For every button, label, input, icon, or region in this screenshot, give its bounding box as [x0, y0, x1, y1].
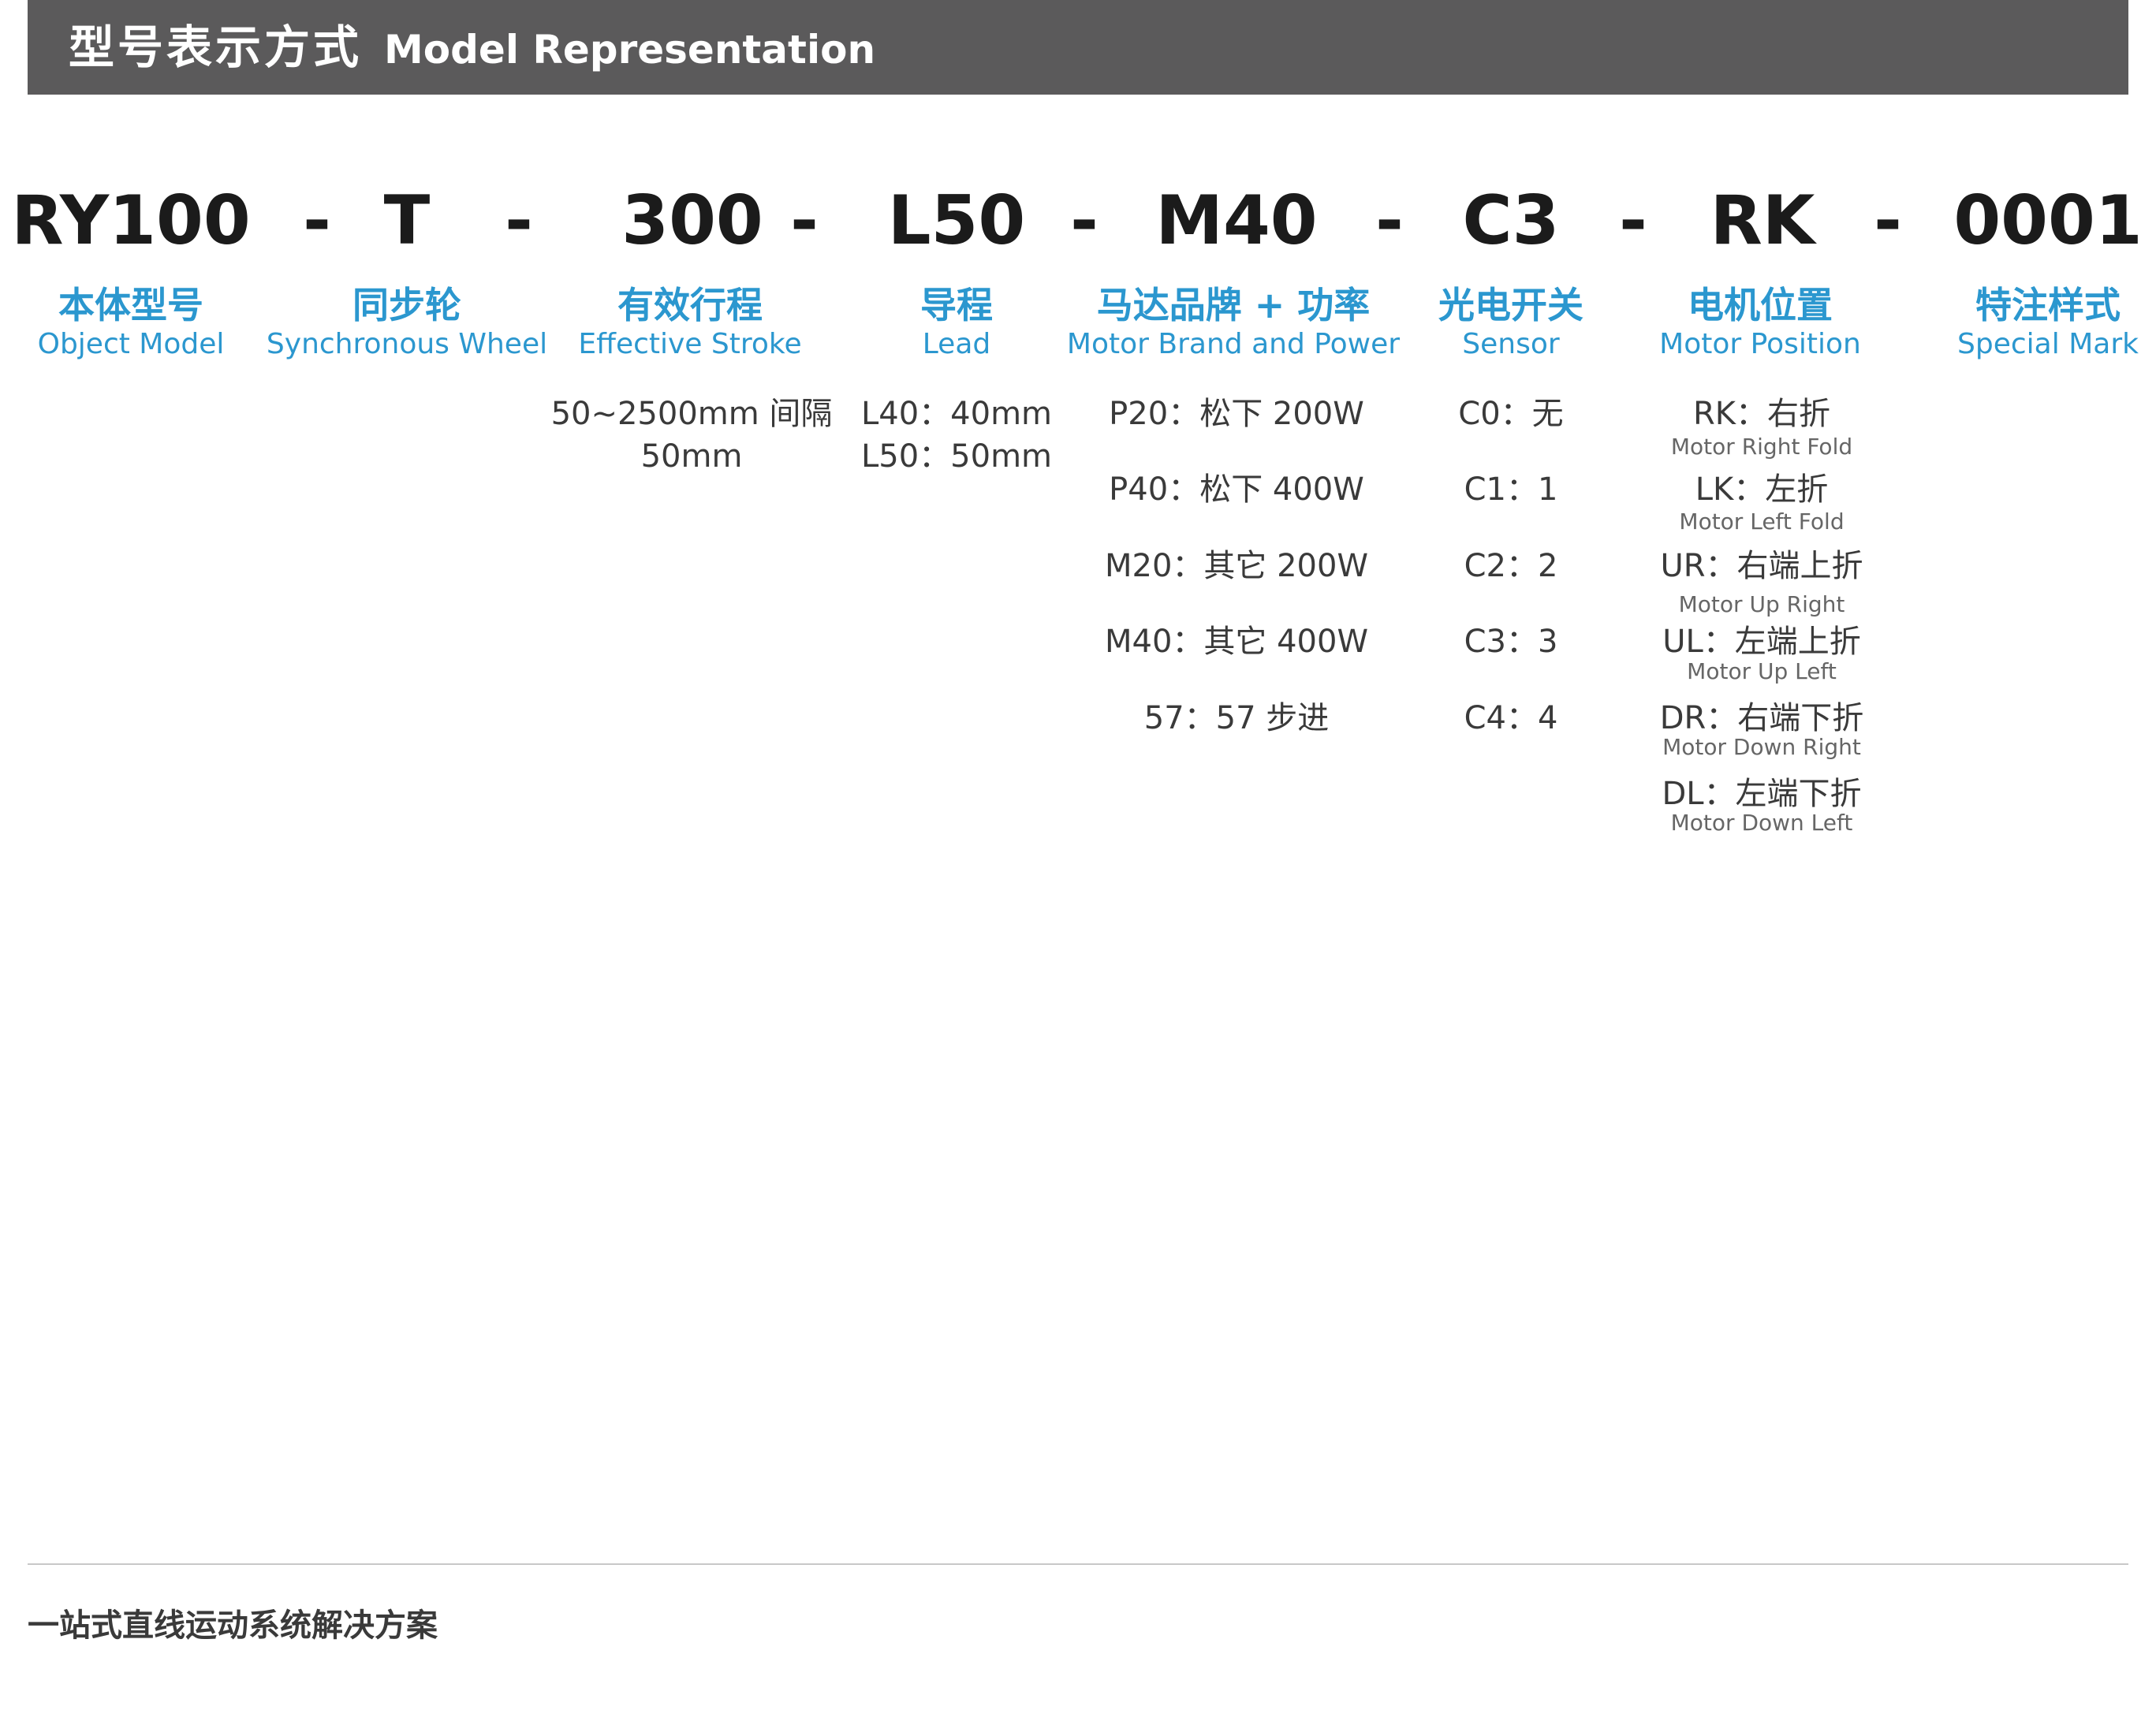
position-option-en: Motor Left Fold [1679, 509, 1845, 535]
category-cn: 光电开关 [1438, 284, 1583, 326]
category-en: Lead [922, 328, 991, 360]
page-title-cn: 型号表示方式 [69, 20, 363, 74]
position-option: RK：右折 [1692, 396, 1831, 432]
position-option-en: Motor Right Fold [1670, 434, 1853, 460]
category-cn: 本体型号 [58, 284, 203, 326]
category-object-model: 本体型号 Object Model [38, 284, 225, 363]
category-en: Motor Position [1659, 328, 1861, 360]
model-separator: - [1874, 181, 1902, 260]
sensor-option: C2：2 [1464, 548, 1558, 584]
page-title: 型号表示方式 Model Representation [69, 0, 875, 95]
model-code-special: 0001 [1953, 181, 2143, 260]
category-cn: 特注样式 [1975, 284, 2121, 326]
motor-option: P40：松下 400W [1109, 471, 1364, 508]
sensor-option: C1：1 [1464, 471, 1558, 508]
model-separator: - [1070, 181, 1099, 260]
category-motor-position: 电机位置 Motor Position [1659, 284, 1861, 363]
page-title-en: Model Representation [384, 27, 876, 73]
sensor-option: C4：4 [1464, 700, 1558, 736]
model-code-wheel: T [383, 181, 431, 260]
category-en: Synchronous Wheel [266, 328, 548, 360]
motor-option: P20：松下 200W [1109, 396, 1364, 432]
category-special-mark: 特注样式 Special Mark [1957, 284, 2139, 363]
category-cn: 马达品牌 + 功率 [1096, 284, 1371, 326]
position-option: DL：左端下折 [1662, 776, 1862, 812]
category-cn: 导程 [920, 284, 993, 326]
model-code-sensor: C3 [1462, 181, 1560, 260]
stroke-interval: 50mm [640, 438, 743, 475]
motor-option: M20：其它 200W [1104, 548, 1369, 584]
category-cn: 电机位置 [1687, 284, 1833, 326]
model-code-lead: L50 [887, 181, 1026, 260]
category-sensor: 光电开关 Sensor [1438, 284, 1583, 363]
category-cn: 有效行程 [617, 284, 763, 326]
sensor-option: C0：无 [1458, 396, 1564, 432]
footer-slogan: 一站式直线运动系统解决方案 [28, 1607, 438, 1644]
category-synchronous-wheel: 同步轮 Synchronous Wheel [267, 284, 547, 363]
lead-option: L40：40mm [860, 396, 1053, 432]
model-code-position: RK [1710, 181, 1815, 260]
model-separator: - [790, 181, 819, 260]
category-effective-stroke: 有效行程 Effective Stroke [578, 284, 801, 363]
category-en: Object Model [37, 328, 225, 360]
model-separator: - [1375, 181, 1404, 260]
model-code-stroke: 300 [621, 181, 763, 260]
position-option-en: Motor Down Left [1670, 810, 1853, 836]
lead-option: L50：50mm [860, 438, 1053, 475]
position-option: UL：左端上折 [1662, 624, 1861, 660]
category-cn: 同步轮 [352, 284, 461, 326]
model-separator: - [1619, 181, 1647, 260]
category-en: Special Mark [1957, 328, 2139, 360]
motor-option: M40：其它 400W [1104, 624, 1369, 660]
model-code-motor: M40 [1155, 181, 1318, 260]
footer-divider [28, 1563, 2128, 1565]
position-option-en: Motor Up Left [1687, 658, 1837, 684]
category-en: Sensor [1462, 328, 1560, 360]
header-bar: 型号表示方式 Model Representation [28, 0, 2128, 95]
category-en: Motor Brand and Power [1066, 328, 1401, 360]
stroke-range: 50~2500mm 间隔 [550, 396, 833, 432]
position-option: LK：左折 [1695, 471, 1829, 508]
category-en: Effective Stroke [578, 328, 802, 360]
category-lead: 导程 Lead [920, 284, 993, 363]
model-code-object: RY100 [11, 181, 251, 260]
motor-option: 57：57 步进 [1143, 700, 1330, 736]
model-separator: - [505, 181, 533, 260]
position-option: DR：右端下折 [1659, 700, 1864, 736]
position-option: UR：右端上折 [1660, 548, 1863, 584]
position-option-en: Motor Down Right [1662, 734, 1861, 760]
sensor-option: C3：3 [1464, 624, 1558, 660]
position-option-en: Motor Up Right [1678, 591, 1845, 617]
category-motor-brand-power: 马达品牌 + 功率 Motor Brand and Power [1067, 284, 1400, 363]
model-separator: - [303, 181, 331, 260]
